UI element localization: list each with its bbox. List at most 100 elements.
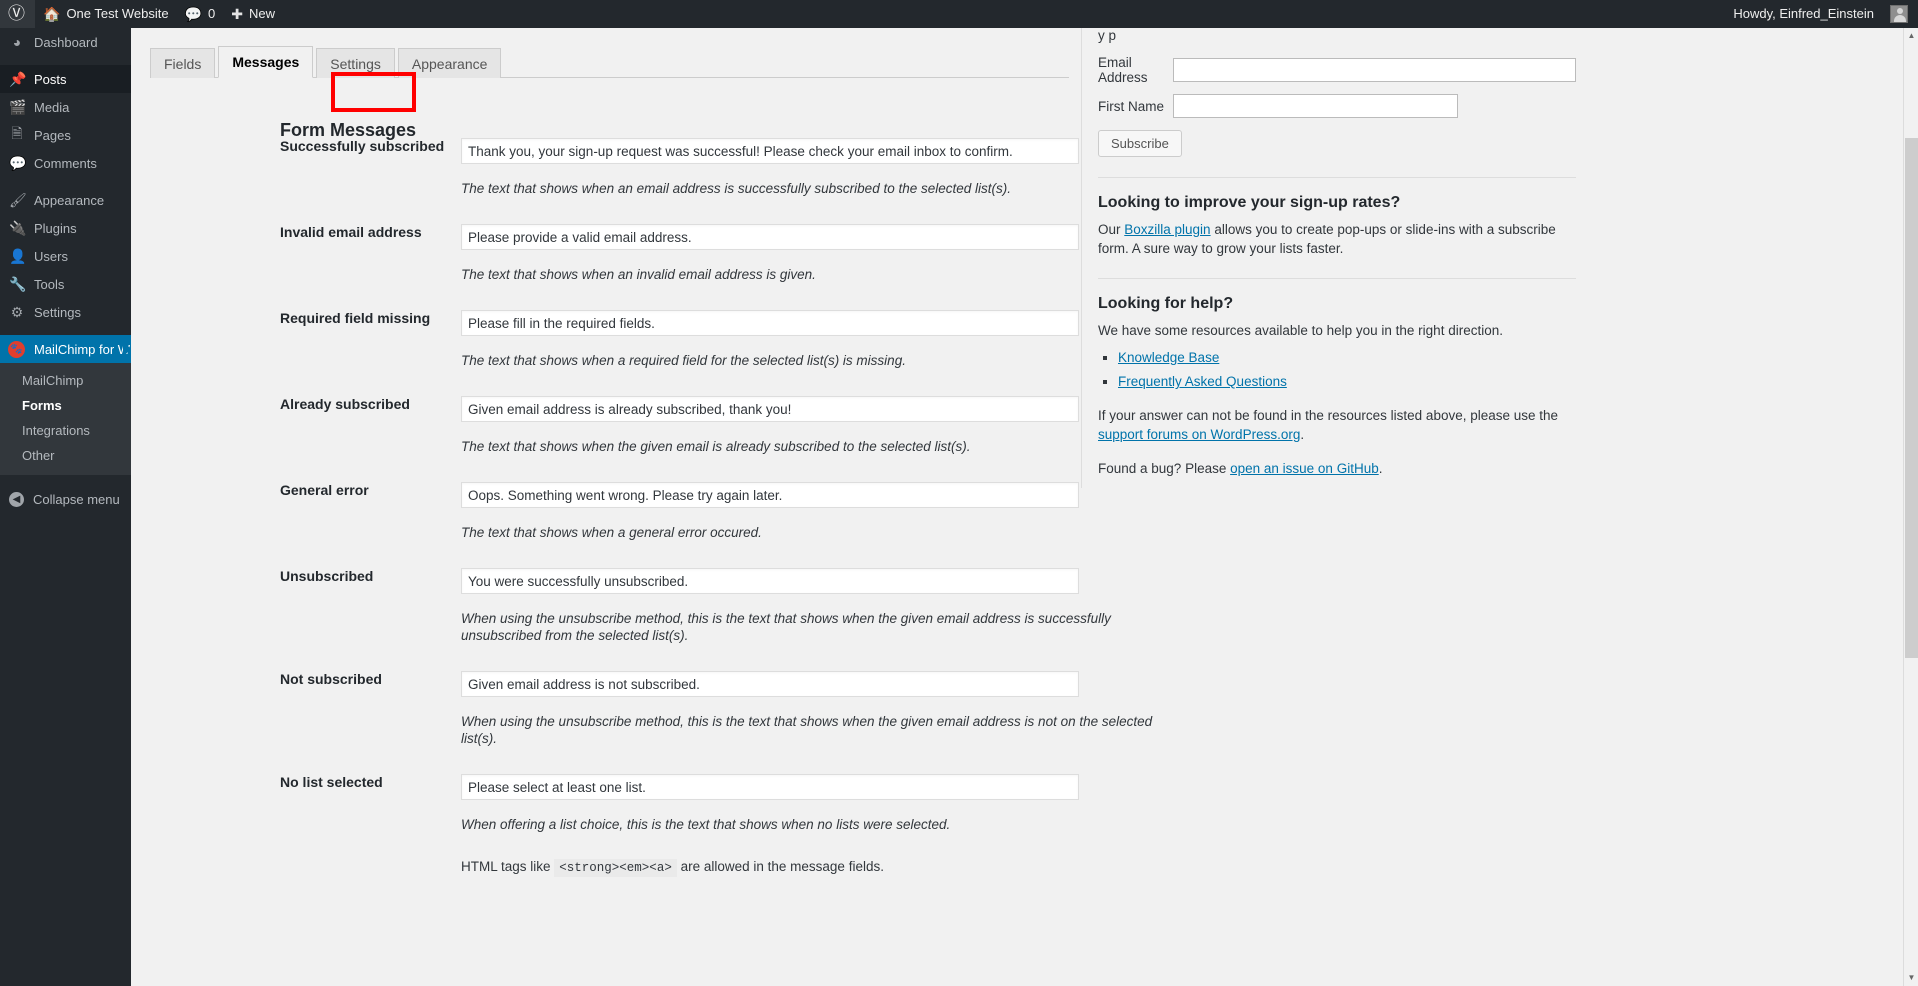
preview-first-name-field-row: First Name: [1098, 94, 1576, 118]
general-error-input[interactable]: [461, 482, 1079, 508]
list-item: Frequently Asked Questions: [1118, 373, 1576, 391]
sidebar-item-media[interactable]: 🎬 Media: [0, 93, 131, 121]
plus-icon: ✚: [231, 6, 243, 22]
field-label: Required field missing: [280, 310, 431, 326]
preview-email-input[interactable]: [1173, 58, 1576, 82]
sidebar-item-comments[interactable]: 💬 Comments: [0, 149, 131, 177]
scrollbar-thumb[interactable]: [1905, 138, 1918, 658]
field-input-wrap: [461, 138, 1079, 164]
boxzilla-plugin-link[interactable]: Boxzilla plugin: [1124, 222, 1210, 237]
field-description: When using the unsubscribe method, this …: [461, 611, 1111, 643]
html-note-code: <strong><em><a>: [554, 859, 677, 877]
field-label: Unsubscribed: [280, 568, 374, 584]
github-issue-link[interactable]: open an issue on GitHub: [1230, 461, 1379, 476]
sidebar-item-label: MailChimp for WP: [34, 341, 139, 357]
menu-separator: [0, 326, 131, 335]
page-scrollbar[interactable]: ▲ ▼: [1903, 28, 1918, 986]
tab-messages[interactable]: Messages: [218, 46, 314, 78]
form-tabs: Fields Messages Settings Appearance: [150, 46, 1069, 78]
new-content-link[interactable]: ✚ New: [223, 0, 283, 28]
bug-report-text: Found a bug? Please open an issue on Git…: [1098, 459, 1576, 478]
sidebar-item-label: Tools: [34, 276, 65, 292]
bug-text-suffix: .: [1378, 461, 1383, 476]
howdy-label: Howdy, Einfred_Einstein: [1733, 6, 1874, 21]
comment-bubble-icon: 💬: [9, 154, 27, 171]
sidebar-item-plugins[interactable]: 🔌 Plugins: [0, 214, 131, 242]
field-row-successfully-subscribed: Successfully subscribed The text that sh…: [150, 138, 1080, 197]
sidebar-item-posts[interactable]: 📌 Posts: [0, 65, 131, 93]
chevron-left-circle-icon: ◀: [9, 491, 24, 507]
plug-icon: 🔌: [9, 219, 27, 236]
sidebar-subitem-forms[interactable]: Forms: [0, 393, 131, 418]
my-account-link[interactable]: Howdy, Einfred_Einstein: [1725, 0, 1882, 28]
collapse-menu-button[interactable]: ◀ Collapse menu: [0, 485, 131, 513]
comments-link[interactable]: 💬 0: [177, 0, 224, 28]
form-preview-sidebar: y p Email Address First Name Subscribe L…: [1081, 28, 1576, 488]
scroll-down-arrow[interactable]: ▼: [1904, 970, 1918, 986]
sidebar-item-pages[interactable]: 🗎 Pages: [0, 121, 131, 149]
improve-text-prefix: Our: [1098, 222, 1125, 237]
tab-settings[interactable]: Settings: [316, 48, 395, 78]
answer-text-prefix: If your answer can not be found in the r…: [1098, 408, 1559, 423]
menu-separator: [0, 56, 131, 65]
admin-bar: Ⓥ 🏠 One Test Website 💬 0 ✚ New Howdy, Ei…: [0, 0, 1918, 28]
no-list-selected-input[interactable]: [461, 774, 1079, 800]
mailchimp-logo-icon: 🐾: [8, 340, 25, 358]
preview-first-name-input[interactable]: [1173, 94, 1458, 118]
sidebar-item-tools[interactable]: 🔧 Tools: [0, 270, 131, 298]
help-heading: Looking for help?: [1098, 295, 1234, 312]
collapse-menu-label: Collapse menu: [33, 491, 120, 507]
admin-sidebar: ◕ Dashboard 📌 Posts 🎬 Media 🗎 Pages 💬 Co…: [0, 28, 139, 986]
field-input-wrap: [461, 774, 1079, 800]
not-subscribed-input[interactable]: [461, 671, 1079, 697]
list-item: Knowledge Base: [1118, 349, 1576, 367]
sidebar-item-appearance[interactable]: 🖌 Appearance: [0, 186, 131, 214]
sidebar-item-mailchimp-for-wp[interactable]: 🐾 MailChimp for WP: [0, 335, 139, 363]
menu-separator: [0, 177, 131, 186]
already-subscribed-input[interactable]: [461, 396, 1079, 422]
media-icon: 🎬: [9, 98, 27, 115]
messages-tab-highlight-box: [331, 72, 416, 112]
field-description: The text that shows when a general error…: [461, 525, 762, 540]
field-input-wrap: [461, 310, 1079, 336]
divider: [1098, 278, 1576, 279]
site-name-link[interactable]: 🏠 One Test Website: [35, 0, 177, 28]
subscribe-button[interactable]: Subscribe: [1098, 130, 1182, 157]
row-spacer: [150, 197, 1080, 224]
row-spacer: [150, 644, 1080, 671]
tab-fields[interactable]: Fields: [150, 48, 216, 78]
field-input-wrap: [461, 671, 1079, 697]
row-spacer: [150, 541, 1080, 568]
answer-text-suffix: .: [1300, 427, 1305, 442]
field-label: Not subscribed: [280, 671, 382, 687]
html-tags-note: HTML tags like <strong><em><a> are allow…: [461, 833, 1080, 877]
improve-signup-text: Our Boxzilla plugin allows you to create…: [1098, 220, 1576, 258]
field-row-unsubscribed: Unsubscribed When using the unsubscribe …: [150, 568, 1111, 644]
dashboard-icon: ◕: [12, 34, 22, 50]
pages-icon: 🗎: [11, 125, 23, 141]
sidebar-submenu-mailchimp: MailChimp Forms Integrations Other: [0, 363, 131, 475]
faq-link[interactable]: Frequently Asked Questions: [1118, 374, 1287, 389]
sidebar-subitem-integrations[interactable]: Integrations: [0, 418, 131, 443]
sidebar-subitem-mailchimp[interactable]: MailChimp: [0, 368, 131, 393]
field-label: Invalid email address: [280, 224, 422, 240]
field-label: Already subscribed: [280, 396, 410, 412]
wordpress-logo-icon[interactable]: Ⓥ: [0, 0, 35, 28]
field-label: Successfully subscribed: [280, 138, 445, 154]
sidebar-item-users[interactable]: 👤 Users: [0, 242, 131, 270]
invalid-email-address-input[interactable]: [461, 224, 1079, 250]
tab-appearance[interactable]: Appearance: [397, 48, 502, 78]
support-forums-link[interactable]: support forums on WordPress.org: [1098, 427, 1300, 442]
sidebar-subitem-other[interactable]: Other: [0, 443, 131, 468]
required-field-missing-input[interactable]: [461, 310, 1079, 336]
home-icon: 🏠: [43, 6, 61, 22]
row-spacer: [150, 283, 1080, 310]
unsubscribed-input[interactable]: [461, 568, 1079, 594]
scroll-up-arrow[interactable]: ▲: [1904, 28, 1918, 44]
successfully-subscribed-input[interactable]: [461, 138, 1079, 164]
sidebar-item-settings[interactable]: ⚙ Settings: [0, 298, 131, 326]
avatar[interactable]: [1890, 5, 1908, 23]
preview-first-name-label: First Name: [1098, 98, 1165, 114]
sidebar-item-dashboard[interactable]: ◕ Dashboard: [0, 28, 131, 56]
knowledge-base-link[interactable]: Knowledge Base: [1118, 350, 1219, 365]
